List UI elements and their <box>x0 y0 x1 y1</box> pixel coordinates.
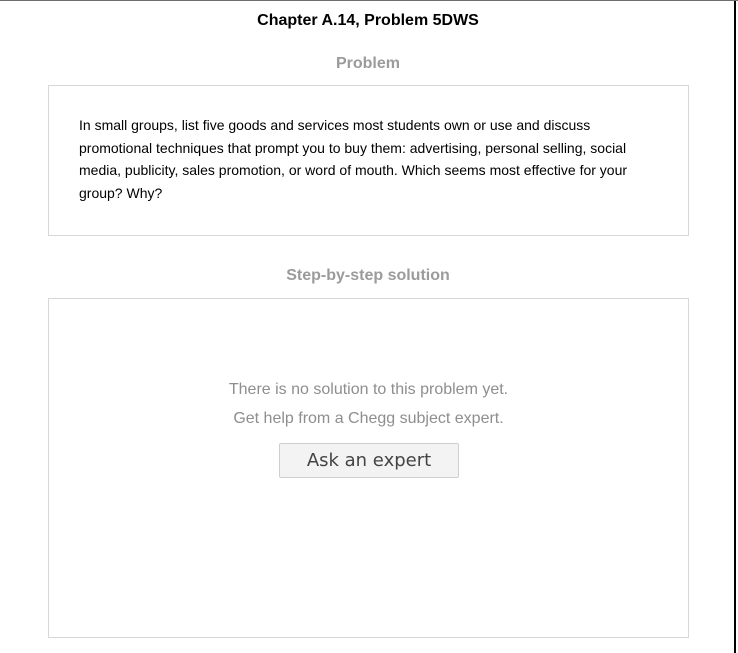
solution-box: There is no solution to this problem yet… <box>48 298 689 638</box>
chapter-title: Chapter A.14, Problem 5DWS <box>257 12 479 29</box>
problem-heading: Problem <box>335 55 400 72</box>
no-solution-message: There is no solution to this problem yet… <box>49 375 688 433</box>
top-divider <box>0 0 738 1</box>
no-solution-line: There is no solution to this problem yet… <box>228 381 509 398</box>
solution-heading: Step-by-step solution <box>286 267 450 284</box>
ask-expert-button[interactable]: Ask an expert <box>279 443 459 478</box>
expert-help-line: Get help from a Chegg subject expert. <box>233 410 504 427</box>
problem-box: In small groups, list five goods and ser… <box>48 85 689 236</box>
problem-text: In small groups, list five goods and ser… <box>79 117 628 201</box>
